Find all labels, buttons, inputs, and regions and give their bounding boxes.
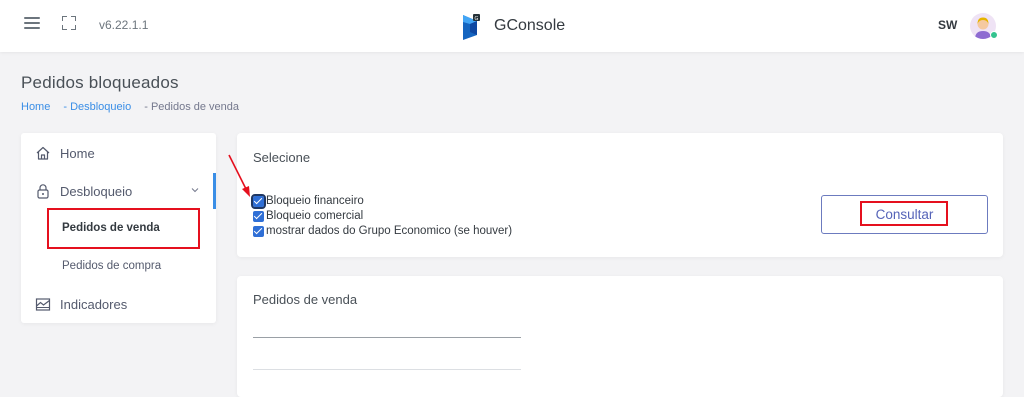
- pedidos-venda-card: Pedidos de venda: [237, 276, 1003, 397]
- chart-icon: [35, 298, 51, 311]
- checkbox-label[interactable]: Bloqueio financeiro: [266, 195, 364, 207]
- brand-name: GConsole: [494, 17, 566, 34]
- breadcrumb-current: - Pedidos de venda: [144, 101, 240, 113]
- lock-icon: [37, 184, 49, 199]
- consultar-button-label: Consultar: [875, 207, 934, 222]
- sidebar-subitem-pedidos-de-compra[interactable]: Pedidos de compra: [21, 249, 216, 285]
- online-status-dot: [990, 31, 998, 39]
- checkbox-label[interactable]: mostrar dados do Grupo Economico (se hou…: [266, 225, 512, 237]
- gconsole-logo-icon: G: [463, 14, 480, 40]
- breadcrumb: Home - Desbloqueio - Pedidos de venda: [21, 101, 239, 113]
- hamburger-menu-icon[interactable]: [24, 17, 40, 31]
- sidebar-subitem-label: Pedidos de compra: [62, 260, 162, 272]
- sidebar-item-label: Indicadores: [60, 297, 128, 312]
- selecione-title: Selecione: [253, 150, 311, 165]
- checkbox-input[interactable]: [253, 226, 264, 237]
- sidebar-item-indicadores[interactable]: Indicadores: [21, 286, 216, 322]
- sidebar-item-desbloqueio[interactable]: Desbloqueio: [21, 173, 216, 209]
- table-header-line: [253, 337, 521, 338]
- chevron-down-icon: [191, 188, 199, 193]
- sidebar-subitem-label: Pedidos de venda: [62, 222, 160, 234]
- checkbox-input[interactable]: [253, 211, 264, 222]
- table-row-line: [253, 369, 521, 370]
- user-initials[interactable]: SW: [938, 18, 957, 32]
- sidebar-item-home[interactable]: Home: [21, 135, 216, 171]
- checkbox-label[interactable]: Bloqueio comercial: [266, 210, 363, 222]
- fullscreen-icon[interactable]: [62, 16, 76, 30]
- page-title: Pedidos bloqueados: [21, 73, 179, 92]
- active-indicator: [213, 173, 216, 209]
- sidebar-item-label: Desbloqueio: [60, 184, 133, 199]
- breadcrumb-desbloqueio[interactable]: - Desbloqueio: [63, 101, 131, 113]
- checkbox-input[interactable]: [251, 194, 266, 209]
- svg-text:G: G: [475, 16, 479, 22]
- red-arrow-icon: [228, 154, 250, 197]
- sidebar-subitem-pedidos-de-venda[interactable]: Pedidos de venda: [21, 211, 216, 247]
- sidebar: Home Desbloqueio Pedidos de venda Pedido…: [21, 133, 216, 323]
- sidebar-item-label: Home: [60, 146, 95, 161]
- home-icon: [36, 146, 50, 160]
- pedidos-venda-title: Pedidos de venda: [253, 292, 358, 307]
- version-label: v6.22.1.1: [99, 18, 149, 32]
- breadcrumb-home[interactable]: Home: [21, 101, 50, 113]
- top-bar: v6.22.1.1 G GConsole SW: [0, 0, 1024, 52]
- consultar-button[interactable]: Consultar: [821, 195, 988, 234]
